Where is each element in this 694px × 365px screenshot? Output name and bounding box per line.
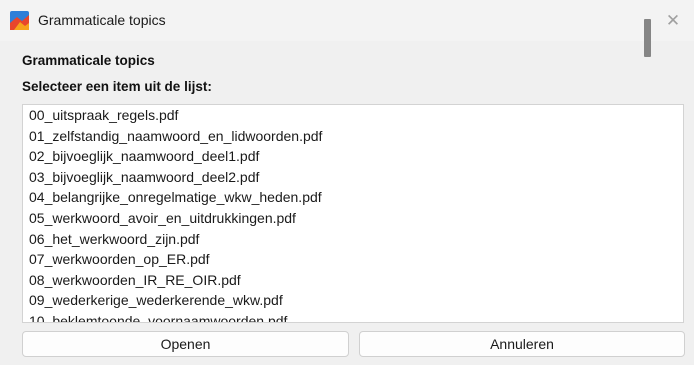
dialog-header: Grammaticale topics [22, 53, 155, 68]
list-item[interactable]: 00_uitspraak_regels.pdf [23, 105, 659, 126]
list-scrollbar[interactable] [659, 105, 683, 322]
list-item[interactable]: 07_werkwoorden_op_ER.pdf [23, 249, 659, 270]
cancel-button[interactable]: Annuleren [359, 331, 685, 357]
topic-listbox[interactable]: 00_uitspraak_regels.pdf 01_zelfstandig_n… [22, 104, 684, 323]
scrollbar-thumb[interactable] [644, 19, 651, 57]
close-icon[interactable]: ✕ [660, 8, 686, 34]
list-item[interactable]: 03_bijvoeglijk_naamwoord_deel2.pdf [23, 167, 659, 188]
list-prompt: Selecteer een item uit de lijst: [22, 79, 212, 94]
list-item[interactable]: 01_zelfstandig_naamwoord_en_lidwoorden.p… [23, 126, 659, 147]
dialog-window: Grammaticale topics ✕ Grammaticale topic… [0, 0, 694, 365]
list-item[interactable]: 05_werkwoord_avoir_en_uitdrukkingen.pdf [23, 208, 659, 229]
list-item[interactable]: 06_het_werkwoord_zijn.pdf [23, 229, 659, 250]
list-item[interactable]: 10_beklemtoonde_voornaamwoorden.pdf [23, 311, 659, 322]
open-button[interactable]: Openen [22, 331, 349, 357]
list-item[interactable]: 04_belangrijke_onregelmatige_wkw_heden.p… [23, 187, 659, 208]
window-title: Grammaticale topics [38, 12, 166, 28]
list-item[interactable]: 02_bijvoeglijk_naamwoord_deel1.pdf [23, 146, 659, 167]
topic-list[interactable]: 00_uitspraak_regels.pdf 01_zelfstandig_n… [23, 105, 659, 322]
app-icon [10, 11, 29, 30]
list-item[interactable]: 09_wederkerige_wederkerende_wkw.pdf [23, 290, 659, 311]
title-bar: Grammaticale topics ✕ [0, 0, 694, 41]
list-item[interactable]: 08_werkwoorden_IR_RE_OIR.pdf [23, 270, 659, 291]
